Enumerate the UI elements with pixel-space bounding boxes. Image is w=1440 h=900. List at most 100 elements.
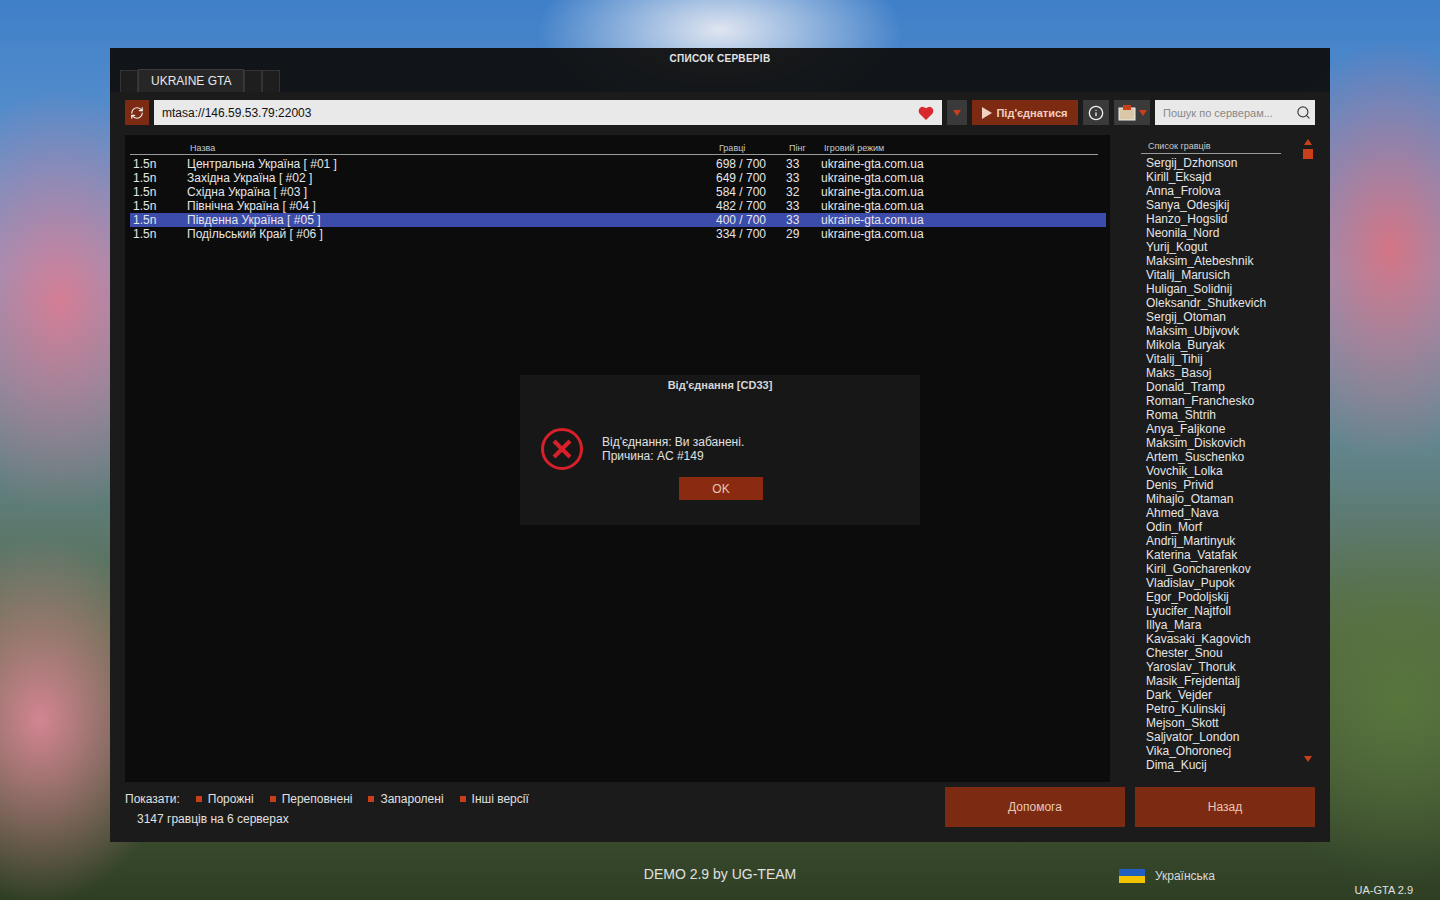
player-name: Sergij_Dzhonson — [1141, 156, 1298, 170]
player-name: Egor_Podoljskij — [1141, 590, 1298, 604]
dialog-message: Від'єднання: Ви забанені.Причина: AC #14… — [602, 435, 744, 463]
player-name: Vitalij_Tihij — [1141, 352, 1298, 366]
column-header[interactable]: Назва — [187, 141, 716, 155]
player-name: Kiril_Goncharenkov — [1141, 562, 1298, 576]
players-cell: 334 / 700 — [716, 227, 786, 241]
checkbox-mark — [460, 796, 466, 802]
toolbar: mtasa://146.59.53.79:22003 Під'єднатися По… — [125, 100, 1315, 125]
table-row[interactable]: 1.5nСхідна Україна [ #03 ]584 / 70032ukr… — [130, 185, 1106, 199]
scroll-up-icon[interactable] — [1304, 139, 1312, 145]
version-cell: 1.5n — [133, 157, 187, 171]
filter-checkbox[interactable]: Переповнені — [270, 792, 353, 806]
player-name: Maks_Basoj — [1141, 366, 1298, 380]
player-name: Kavasaki_Kagovich — [1141, 632, 1298, 646]
player-names: Sergij_DzhonsonKirill_EksajdAnna_Frolova… — [1141, 154, 1298, 782]
name-cell: Центральна Україна [ #01 ] — [187, 157, 716, 171]
players-cell: 584 / 700 — [716, 185, 786, 199]
bottom-button[interactable]: Назад — [1135, 787, 1315, 827]
version-cell: 1.5n — [133, 227, 187, 241]
table-row[interactable]: 1.5nЗахідна Україна [ #02 ]649 / 70033uk… — [130, 171, 1106, 185]
flag-icon — [1119, 869, 1145, 883]
dialog-button-row: OK — [520, 477, 920, 500]
player-name: Roma_Shtrih — [1141, 408, 1298, 422]
scrollbar[interactable] — [1301, 135, 1315, 782]
connect-button[interactable]: Під'єднатися — [972, 100, 1078, 125]
ok-button[interactable]: OK — [679, 477, 763, 500]
player-name: Huligan_Solidnij — [1141, 282, 1298, 296]
gamemode-cell: ukraine-gta.com.ua — [821, 171, 1106, 185]
ping-cell: 33 — [786, 171, 821, 185]
refresh-button[interactable] — [125, 100, 149, 125]
tab-stub — [244, 70, 262, 92]
version-cell: 1.5n — [133, 171, 187, 185]
disconnect-dialog: Від'єднання [CD33]Від'єднання: Ви забане… — [520, 375, 920, 525]
table-row[interactable]: 1.5nЦентральна Україна [ #01 ]698 / 7003… — [130, 157, 1106, 171]
table-header: НазваГравціПінгІгровий режим — [130, 141, 1098, 155]
player-name: Artem_Suschenko — [1141, 450, 1298, 464]
address-text: mtasa://146.59.53.79:22003 — [162, 106, 912, 120]
player-name: Sergij_Otoman — [1141, 310, 1298, 324]
player-name: Petro_Kulinskij — [1141, 702, 1298, 716]
name-cell: Східна Україна [ #03 ] — [187, 185, 716, 199]
tab-stub — [262, 70, 280, 92]
window-title: СПИСОК СЕРВЕРІВ — [110, 48, 1330, 68]
error-icon — [540, 427, 584, 471]
options-button[interactable] — [1114, 100, 1150, 125]
player-name: Maksim_Atebeshnik — [1141, 254, 1298, 268]
players-cell: 649 / 700 — [716, 171, 786, 185]
filter-checkbox[interactable]: Запаролені — [368, 792, 443, 806]
filter-row: Показати: Порожні Переповнені Запаролені Інш… — [125, 792, 935, 806]
scroll-thumb[interactable] — [1303, 149, 1313, 159]
heart-icon[interactable] — [918, 106, 934, 120]
player-name: Dark_Vejder — [1141, 688, 1298, 702]
ping-cell: 33 — [786, 157, 821, 171]
player-name: Vladislav_Pupok — [1141, 576, 1298, 590]
player-name: Anna_Frolova — [1141, 184, 1298, 198]
player-name: Donald_Tramp — [1141, 380, 1298, 394]
dialog-line: Від'єднання: Ви забанені. — [602, 435, 744, 449]
player-name: Vovchik_Lolka — [1141, 464, 1298, 478]
player-name: Anya_Faljkone — [1141, 422, 1298, 436]
ping-cell: 33 — [786, 213, 821, 227]
table-row[interactable]: 1.5nПодільський Край [ #06 ]334 / 70029u… — [130, 227, 1106, 241]
column-header[interactable]: Ігровий режим — [821, 141, 1098, 155]
checkbox-mark — [270, 796, 276, 802]
gamemode-cell: ukraine-gta.com.ua — [821, 185, 1106, 199]
tab[interactable]: UKRAINE GTA — [138, 69, 244, 92]
player-name: Kirill_Eksajd — [1141, 170, 1298, 184]
player-name: Dima_Kucij — [1141, 758, 1298, 772]
dialog-line: Причина: AC #149 — [602, 449, 744, 463]
address-dropdown-button[interactable] — [947, 100, 967, 125]
column-header[interactable]: Пінг — [786, 141, 821, 155]
table-row[interactable]: 1.5nПівнічна Україна [ #04 ]482 / 70033u… — [130, 199, 1106, 213]
player-name: Yurij_Kogut — [1141, 240, 1298, 254]
checkbox-mark — [368, 796, 374, 802]
table-row[interactable]: 1.5nПівденна Україна [ #05 ]400 / 70033u… — [130, 213, 1106, 227]
player-name: Masik_Frejdentalj — [1141, 674, 1298, 688]
player-list-title: Список гравців — [1141, 135, 1281, 154]
server-icon — [1118, 105, 1136, 121]
column-header[interactable]: Гравці — [716, 141, 786, 155]
filter-label: Показати: — [125, 792, 180, 806]
language-selector[interactable]: Українська — [1119, 869, 1215, 883]
player-name: Sanya_Odesjkij — [1141, 198, 1298, 212]
player-name: Mihajlo_Otaman — [1141, 492, 1298, 506]
ping-cell: 29 — [786, 227, 821, 241]
status-text: 3147 гравців на 6 серверах — [125, 812, 935, 826]
name-cell: Західна Україна [ #02 ] — [187, 171, 716, 185]
ping-cell: 33 — [786, 199, 821, 213]
version-cell: 1.5n — [133, 213, 187, 227]
players-cell: 482 / 700 — [716, 199, 786, 213]
search-field[interactable]: Пошук по серверам... — [1155, 100, 1315, 125]
filter-checkbox[interactable]: Інші версії — [460, 792, 529, 806]
bottom-button[interactable]: Допомога — [945, 787, 1125, 827]
player-name: Andrij_Martinyuk — [1141, 534, 1298, 548]
player-name: Maksim_Diskovich — [1141, 436, 1298, 450]
address-field[interactable]: mtasa://146.59.53.79:22003 — [154, 100, 942, 125]
player-name: Denis_Privid — [1141, 478, 1298, 492]
search-icon — [1296, 105, 1311, 120]
info-button[interactable] — [1083, 100, 1109, 125]
filter-checkbox[interactable]: Порожні — [196, 792, 254, 806]
page: СПИСОК СЕРВЕРІВUKRAINE GTA mtasa://146.59… — [0, 0, 1440, 900]
player-list: Список гравцівSergij_DzhonsonKirill_Eksa… — [1141, 135, 1298, 782]
